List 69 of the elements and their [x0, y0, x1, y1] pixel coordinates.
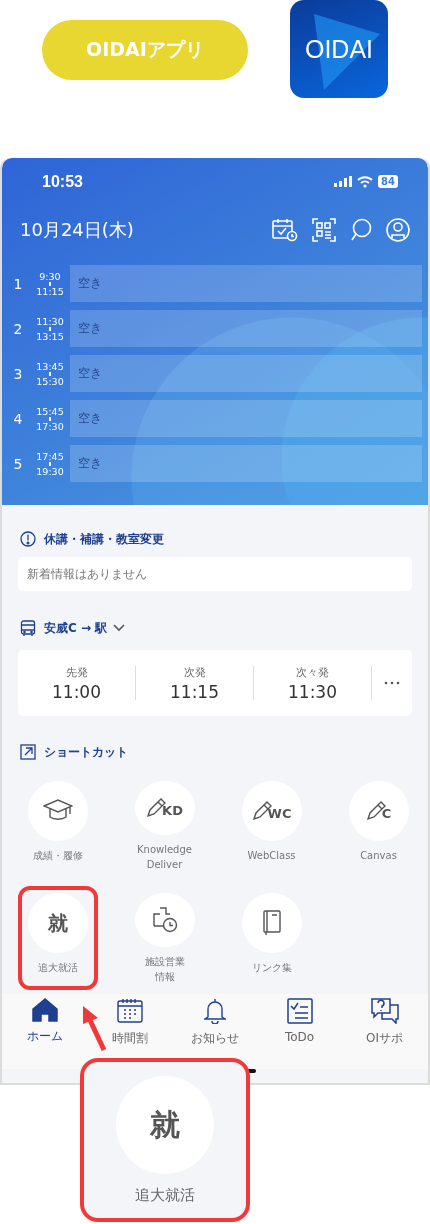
signal-icon — [334, 176, 353, 187]
app-icon: OIDAI — [290, 0, 388, 98]
graduation-cap-icon — [42, 799, 73, 823]
shortcut-letters: C — [381, 806, 392, 821]
tab[interactable]: ホーム — [2, 998, 87, 1045]
status-time: 10:53 — [42, 172, 83, 191]
app-name-badge: OIDAIアプリ — [42, 20, 248, 80]
help-chat-icon — [369, 998, 400, 1024]
checklist-icon — [286, 998, 313, 1024]
route-selector[interactable]: 安威C → 駅 — [44, 619, 126, 637]
tab[interactable]: お知らせ — [172, 998, 257, 1047]
period-start-time: 11:30 — [36, 315, 64, 327]
departure-time: 11:00 — [52, 681, 101, 702]
home-icon — [31, 998, 58, 1022]
shortcut-item[interactable]: 成績・履修 — [17, 774, 98, 878]
bus-icon — [20, 619, 36, 637]
period-start-time: 17:45 — [36, 450, 64, 462]
calendar-clock-icon[interactable] — [272, 218, 298, 242]
building-clock-icon — [151, 907, 178, 933]
shortcut-glyph: 就 — [47, 909, 68, 937]
class-slot[interactable]: 空き — [70, 400, 422, 437]
tab[interactable]: OIサポ — [342, 998, 427, 1047]
shortcut-item[interactable]: KD Knowledge Deliver — [124, 774, 205, 878]
departure-label: 次々発 — [296, 664, 329, 680]
period-start-time: 13:45 — [36, 360, 64, 372]
alert-icon — [20, 531, 36, 547]
shortcut-label: 追大就活 — [135, 1186, 195, 1205]
shortcut-item[interactable]: C Canvas — [338, 774, 419, 878]
date-title: 10月24日(木) — [20, 218, 134, 242]
qr-code-icon[interactable] — [312, 218, 336, 242]
highlighted-shortcut[interactable]: 就 追大就活 — [17, 886, 98, 990]
class-slot[interactable]: 空き — [70, 445, 422, 482]
shortcut-item[interactable]: リンク集 — [231, 886, 312, 990]
departure-time: 11:15 — [170, 681, 219, 702]
departure-label: 次発 — [183, 664, 206, 680]
shortcut-glyph: 就 — [150, 1105, 180, 1144]
shortcut-item[interactable]: 施設営業 情報 — [124, 886, 205, 990]
period-number: 2 — [12, 320, 24, 337]
period-end-time: 13:15 — [36, 330, 64, 342]
period-start-time: 9:30 — [39, 270, 61, 282]
period-end-time: 11:15 — [36, 285, 64, 297]
period-start-time: 15:45 — [36, 405, 64, 417]
bell-icon — [203, 998, 226, 1024]
period-end-time: 17:30 — [36, 420, 64, 432]
notebook-icon — [261, 910, 282, 936]
shortcut-letters: WC — [267, 806, 292, 821]
period-number: 1 — [12, 275, 24, 292]
section-title: ショートカット — [44, 743, 128, 761]
departure-time: 11:30 — [288, 681, 337, 702]
chat-bubble-icon[interactable] — [350, 218, 372, 242]
period-number: 5 — [12, 455, 24, 472]
notice-message: 新着情報はありません — [27, 566, 147, 582]
period-number: 3 — [12, 365, 24, 382]
period-number: 4 — [12, 410, 24, 427]
battery-level: 84 — [378, 175, 398, 188]
departure-label: 先発 — [65, 664, 88, 680]
chevron-down-icon — [113, 624, 126, 632]
tab[interactable]: 時間割 — [87, 998, 172, 1047]
shortcut-letters: KD — [162, 803, 183, 818]
profile-icon[interactable] — [386, 218, 410, 242]
period-end-time: 15:30 — [36, 375, 64, 387]
shortcut-icon — [20, 744, 36, 760]
wifi-icon — [357, 175, 374, 188]
calendar-icon — [116, 998, 143, 1024]
section-title: 休講・補講・教室変更 — [44, 530, 164, 548]
period-end-time: 19:30 — [36, 465, 64, 477]
shortcut-item[interactable]: WC WebClass — [231, 774, 312, 878]
more-icon[interactable] — [384, 681, 400, 685]
tab[interactable]: ToDo — [257, 998, 342, 1044]
